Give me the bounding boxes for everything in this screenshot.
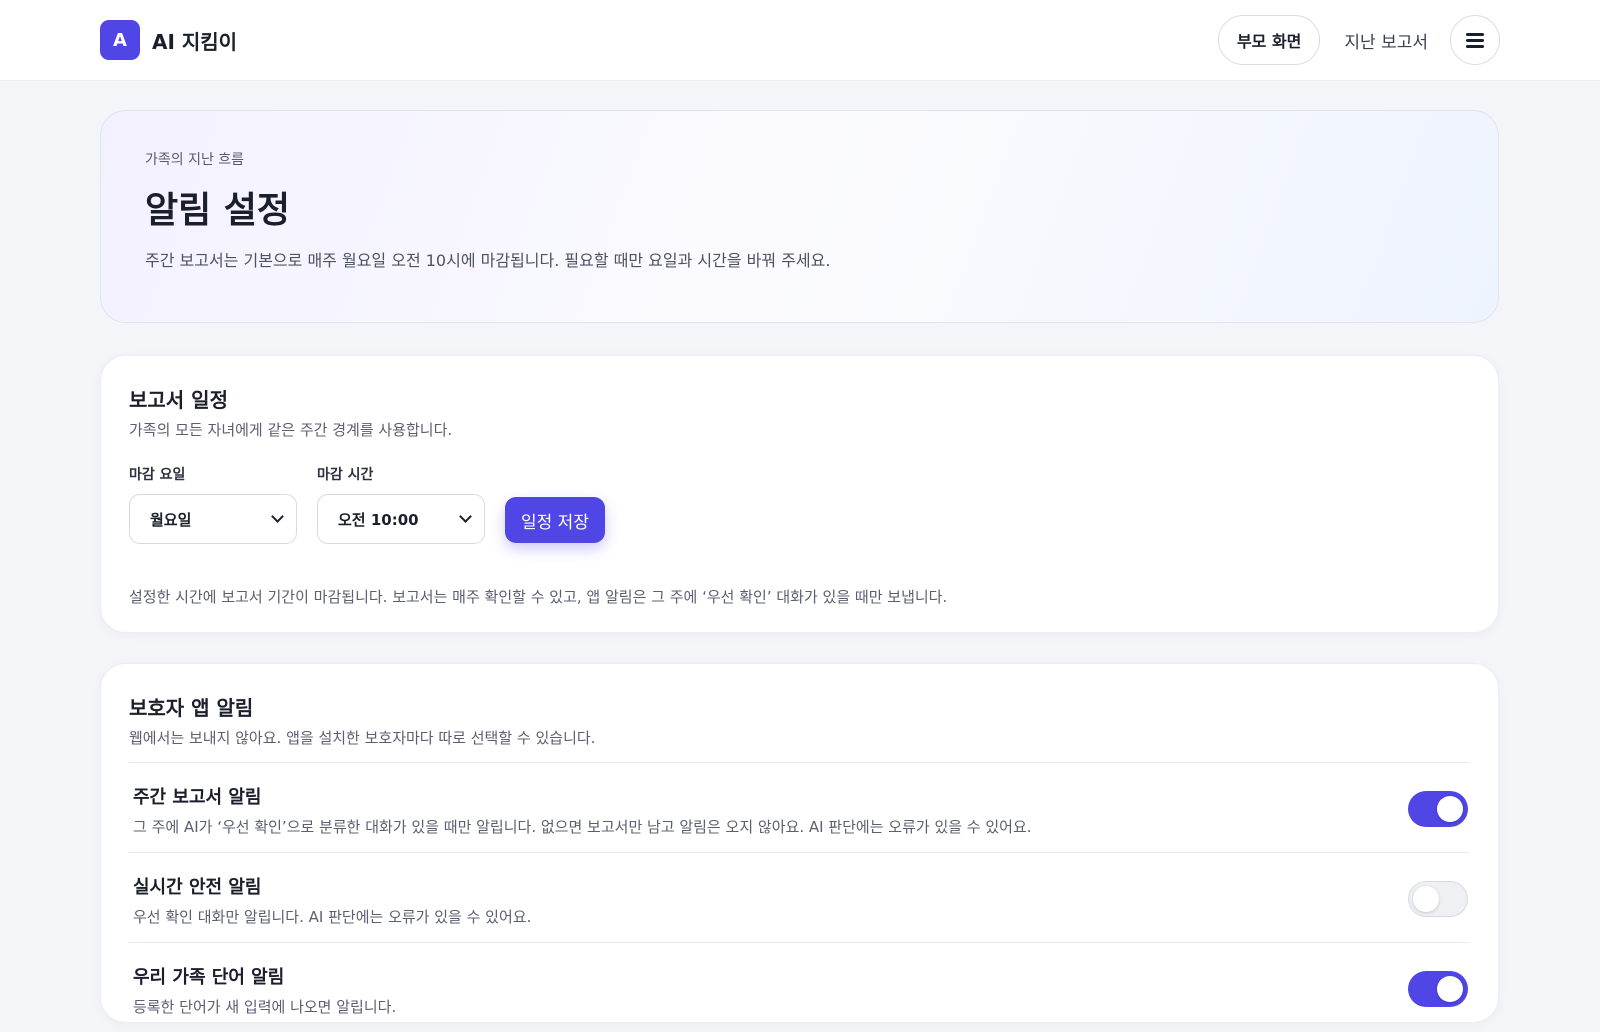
parent-view-button[interactable]: 부모 화면 — [1217, 15, 1321, 65]
alert-description: 등록한 단어가 새 입력에 나오면 알립니다. — [133, 998, 397, 1016]
top-bar: A AI 지킴이 부모 화면 지난 보고서 — [0, 0, 1600, 81]
deadline-time-label: 마감 시간 — [317, 467, 374, 483]
family-words-toggle[interactable] — [1408, 971, 1468, 1007]
deadline-time-value: 오전 10:00 — [338, 510, 419, 529]
alert-item-realtime-safety: 실시간 안전 알림 우선 확인 대화만 알립니다. AI 판단에는 오류가 있을… — [129, 852, 1470, 942]
hero-eyebrow: 가족의 지난 흐름 — [145, 152, 245, 168]
brand-name: AI 지킴이 — [152, 29, 238, 54]
chevron-down-icon — [459, 510, 472, 523]
hero-panel: 가족의 지난 흐름 알림 설정 주간 보고서는 기본으로 매주 월요일 오전 1… — [100, 110, 1499, 323]
page-title: 알림 설정 — [145, 190, 291, 231]
save-schedule-button[interactable]: 일정 저장 — [505, 497, 605, 543]
alert-list: 주간 보고서 알림 그 주에 AI가 ‘우선 확인’으로 분류한 대화가 있을 … — [129, 762, 1470, 1032]
guardian-alerts-card: 보호자 앱 알림 웹에서는 보내지 않아요. 앱을 설치한 보호자마다 따로 선… — [100, 663, 1499, 1023]
schedule-title: 보고서 일정 — [129, 388, 228, 412]
alert-description: 그 주에 AI가 ‘우선 확인’으로 분류한 대화가 있을 때만 알립니다. 없… — [133, 818, 1032, 836]
toggle-knob — [1437, 796, 1463, 822]
alert-title: 실시간 안전 알림 — [133, 877, 262, 898]
top-nav: 부모 화면 지난 보고서 — [1217, 15, 1500, 65]
schedule-form: 마감 요일 월요일 마감 시간 오전 10:00 일정 저장 — [129, 464, 1470, 544]
deadline-day-label: 마감 요일 — [129, 467, 186, 483]
alert-item-family-words: 우리 가족 단어 알림 등록한 단어가 새 입력에 나오면 알립니다. — [129, 942, 1470, 1032]
alerts-subtitle: 웹에서는 보내지 않아요. 앱을 설치한 보호자마다 따로 선택할 수 있습니다… — [129, 729, 596, 747]
weekly-report-toggle[interactable] — [1408, 791, 1468, 827]
alert-description: 우선 확인 대화만 알립니다. AI 판단에는 오류가 있을 수 있어요. — [133, 908, 532, 926]
brand[interactable]: A AI 지킴이 — [100, 20, 237, 60]
realtime-safety-toggle[interactable] — [1408, 881, 1468, 917]
hero-description: 주간 보고서는 기본으로 매주 월요일 오전 10시에 마감됩니다. 필요할 때… — [145, 251, 831, 270]
deadline-day-select[interactable]: 월요일 — [129, 494, 297, 544]
brand-logo: A — [100, 20, 140, 60]
alert-title: 주간 보고서 알림 — [133, 787, 262, 808]
alert-title: 우리 가족 단어 알림 — [133, 967, 285, 988]
schedule-subtitle: 가족의 모든 자녀에게 같은 주간 경계를 사용합니다. — [129, 421, 453, 439]
deadline-day-field: 마감 요일 월요일 — [129, 464, 297, 544]
deadline-day-value: 월요일 — [150, 510, 192, 529]
alert-item-weekly-report: 주간 보고서 알림 그 주에 AI가 ‘우선 확인’으로 분류한 대화가 있을 … — [129, 762, 1470, 852]
chevron-down-icon — [271, 510, 284, 523]
schedule-note: 설정한 시간에 보고서 기간이 마감됩니다. 보고서는 매주 확인할 수 있고,… — [129, 588, 948, 606]
report-schedule-card: 보고서 일정 가족의 모든 자녀에게 같은 주간 경계를 사용합니다. 마감 요… — [100, 355, 1499, 633]
toggle-knob — [1437, 976, 1463, 1002]
toggle-knob — [1413, 886, 1439, 912]
past-reports-link[interactable]: 지난 보고서 — [1344, 28, 1428, 53]
hamburger-icon — [1466, 33, 1484, 48]
deadline-time-select[interactable]: 오전 10:00 — [317, 494, 485, 544]
alerts-title: 보호자 앱 알림 — [129, 696, 254, 720]
deadline-time-field: 마감 시간 오전 10:00 — [317, 464, 485, 544]
menu-button[interactable] — [1450, 15, 1500, 65]
